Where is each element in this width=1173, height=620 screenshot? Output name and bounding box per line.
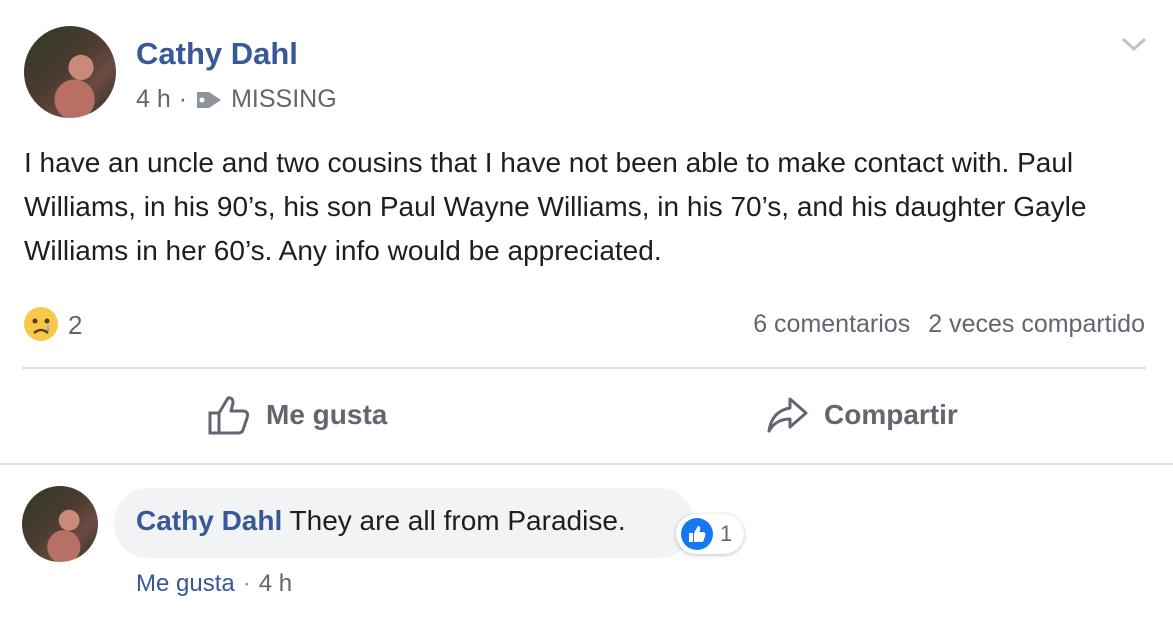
comment-like-link[interactable]: Me gusta	[136, 570, 235, 598]
post-options-chevron-down-icon[interactable]	[1120, 34, 1148, 54]
comment-text: They are all from Paradise.	[289, 505, 626, 536]
post-stats: 6 comentarios 2 veces compartido	[753, 310, 1145, 339]
comment-author-avatar[interactable]	[22, 486, 98, 562]
like-button-label: Me gusta	[266, 399, 388, 430]
share-arrow-icon	[764, 393, 810, 437]
thumbs-up-icon	[206, 393, 252, 437]
comment-like-count: 1	[720, 521, 733, 546]
shares-count-link[interactable]: 2 veces compartido	[928, 310, 1145, 339]
comment-time[interactable]: 4 h	[259, 570, 292, 598]
sad-reaction-icon[interactable]	[22, 305, 60, 343]
meta-separator: ·	[178, 85, 188, 113]
like-badge-icon	[680, 517, 714, 551]
tag-icon	[195, 89, 223, 111]
reaction-count[interactable]: 2	[68, 310, 82, 341]
post-text: I have an uncle and two cousins that I h…	[24, 147, 1087, 266]
reactions-divider	[22, 367, 1146, 369]
post-time[interactable]: 4 h	[136, 85, 171, 114]
comment-actions-separator: ·	[242, 570, 251, 597]
comment-actions: Me gusta · 4 h	[136, 570, 292, 598]
share-button-label: Compartir	[824, 399, 958, 430]
post-author-name[interactable]: Cathy Dahl	[136, 36, 298, 72]
comments-count-link[interactable]: 6 comentarios	[753, 310, 910, 339]
comment-like-badge[interactable]: 1	[676, 514, 745, 554]
post-tag[interactable]: MISSING	[231, 85, 337, 114]
comments-divider	[0, 463, 1173, 465]
share-button[interactable]: Compartir	[764, 393, 958, 437]
comment-content: Cathy Dahl They are all from Paradise.	[136, 505, 626, 537]
comment-author-name[interactable]: Cathy Dahl	[136, 505, 282, 536]
post-meta: 4 h · MISSING	[136, 85, 337, 114]
like-button[interactable]: Me gusta	[206, 393, 387, 437]
post-author-avatar[interactable]	[24, 26, 116, 118]
